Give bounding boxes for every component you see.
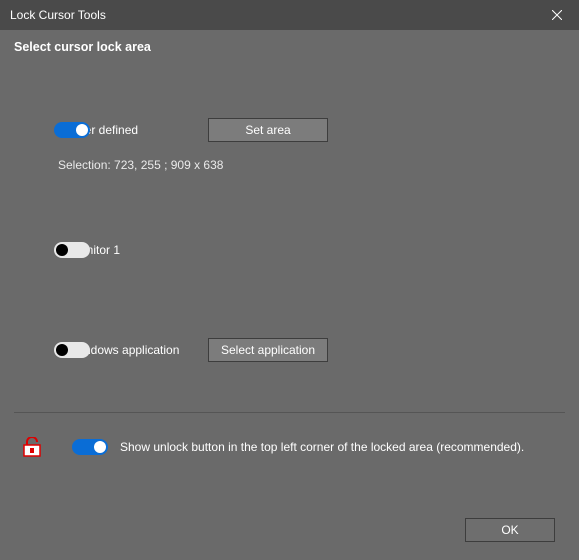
toggle-windows-app[interactable] — [54, 342, 90, 358]
window-title: Lock Cursor Tools — [10, 8, 106, 22]
titlebar: Lock Cursor Tools — [0, 0, 579, 30]
unlock-option-row: Show unlock button in the top left corne… — [0, 413, 579, 457]
set-area-button[interactable]: Set area — [208, 118, 328, 142]
label-show-unlock: Show unlock button in the top left corne… — [108, 440, 524, 454]
toggle-show-unlock[interactable] — [72, 439, 108, 455]
ok-button[interactable]: OK — [465, 518, 555, 542]
option-windows-app: Windows application Select application — [14, 338, 565, 362]
close-button[interactable] — [534, 0, 579, 30]
select-application-button[interactable]: Select application — [208, 338, 328, 362]
selection-readout: Selection: 723, 255 ; 909 x 638 — [14, 158, 565, 172]
close-icon — [552, 10, 562, 20]
toggle-monitor[interactable] — [54, 242, 90, 258]
option-user-defined: User defined Set area Selection: 723, 25… — [14, 118, 565, 172]
section-header: Select cursor lock area — [0, 30, 579, 62]
dialog-footer: OK — [465, 518, 555, 542]
option-monitor: Monitor 1 — [14, 242, 565, 258]
unlock-icon — [22, 437, 42, 457]
toggle-user-defined[interactable] — [54, 122, 90, 138]
